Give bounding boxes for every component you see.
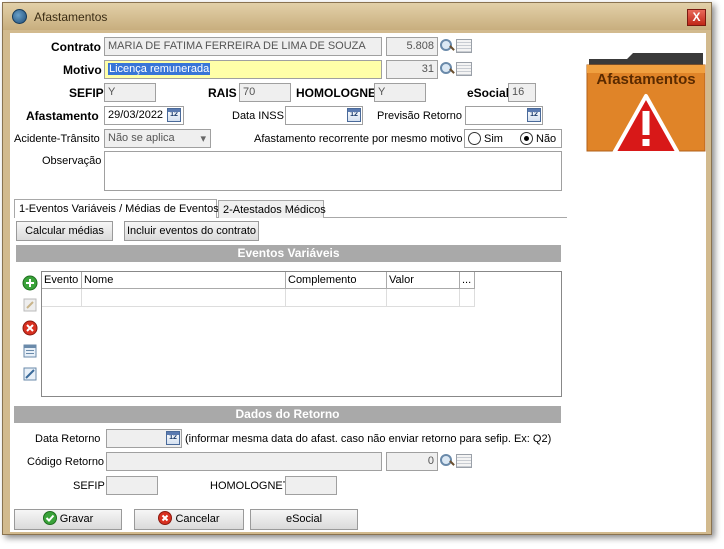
gravar-label: Gravar: [59, 513, 94, 525]
codigo-retorno-name-field[interactable]: [106, 452, 382, 471]
codigo-retorno-search-icon[interactable]: [439, 453, 455, 469]
recorrente-radio-group: Sim Não: [464, 129, 562, 148]
afastamentos-window: Afastamentos X Contrato MARIA DE FATIMA …: [2, 2, 712, 535]
edit-icon[interactable]: [22, 297, 38, 313]
grid-cell-nome[interactable]: [82, 289, 286, 307]
retorno-homolognet-label: HOMOLOGNET: [210, 480, 290, 492]
grid-cell-more[interactable]: [460, 289, 475, 307]
radio-nao-label: Não: [536, 133, 557, 145]
incluir-eventos-button[interactable]: Incluir eventos do contrato: [124, 221, 259, 241]
sefip-field[interactable]: Y: [104, 83, 156, 102]
column-header-more[interactable]: ...: [460, 272, 475, 289]
acidente-transito-label: Acidente-Trânsito: [14, 133, 100, 145]
title-bar[interactable]: Afastamentos X: [3, 3, 711, 30]
motivo-card-icon[interactable]: [456, 62, 472, 76]
contrato-code-field[interactable]: 5.808: [386, 37, 438, 56]
grid-cell-valor[interactable]: [387, 289, 460, 307]
acidente-transito-select[interactable]: Não se aplica ▾: [104, 129, 211, 148]
grid-cell-evento[interactable]: [42, 289, 82, 307]
column-header-complemento[interactable]: Complemento: [286, 272, 387, 289]
tab-atestados-medicos[interactable]: 2-Atestados Médicos: [218, 200, 326, 218]
data-retorno-label: Data Retorno: [35, 433, 101, 445]
dados-retorno-header: Dados do Retorno: [14, 406, 561, 423]
acidente-transito-value: Não se aplica: [108, 132, 175, 144]
contrato-card-icon[interactable]: [456, 39, 472, 53]
afastamentos-folder-image: Afastamentos: [586, 53, 706, 155]
cancelar-button[interactable]: Cancelar: [134, 509, 244, 530]
recorrente-label: Afastamento recorrente por mesmo motivo: [254, 133, 463, 145]
chevron-down-icon: ▾: [200, 133, 206, 145]
column-header-evento[interactable]: Evento: [42, 272, 82, 289]
esocial-button[interactable]: eSocial: [250, 509, 358, 530]
data-inss-label: Data INSS: [232, 110, 284, 122]
codigo-retorno-code-field[interactable]: 0: [386, 452, 438, 471]
motivo-search-icon[interactable]: [439, 61, 455, 77]
observacao-label: Observação: [42, 155, 102, 167]
homolognet-label: HOMOLOGNET: [296, 86, 384, 100]
esocial-label: eSocial: [467, 86, 510, 100]
codigo-retorno-label: Código Retorno: [27, 456, 105, 468]
observacao-textarea[interactable]: [104, 151, 562, 191]
cancel-icon: [158, 511, 173, 525]
motivo-label: Motivo: [63, 63, 102, 77]
motivo-selected-text: Licença remunerada: [108, 63, 211, 75]
contrato-name-field[interactable]: MARIA DE FATIMA FERREIRA DE LIMA DE SOUZ…: [104, 37, 382, 56]
radio-nao[interactable]: [520, 132, 533, 145]
app-icon: [12, 9, 27, 24]
data-inss-calendar-icon[interactable]: 12: [347, 108, 361, 122]
gravar-button[interactable]: Gravar: [14, 509, 122, 530]
add-icon[interactable]: [22, 275, 38, 291]
esocial-field[interactable]: 16: [508, 83, 536, 102]
afastamento-calendar-icon[interactable]: 12: [167, 108, 181, 122]
grid-settings-icon[interactable]: [22, 343, 38, 359]
eventos-variaveis-header: Eventos Variáveis: [16, 245, 561, 262]
rais-field[interactable]: 70: [239, 83, 291, 102]
previsao-calendar-icon[interactable]: 12: [527, 108, 541, 122]
tab-eventos-variaveis[interactable]: 1-Eventos Variáveis / Médias de Eventos: [14, 199, 219, 218]
motivo-code-field[interactable]: 31: [386, 60, 438, 79]
contrato-search-icon[interactable]: [439, 38, 455, 54]
homolognet-field[interactable]: Y: [374, 83, 426, 102]
codigo-retorno-card-icon[interactable]: [456, 454, 472, 468]
retorno-homolognet-field[interactable]: [285, 476, 337, 495]
check-icon: [42, 511, 57, 525]
rais-label: RAIS: [208, 86, 237, 100]
close-button[interactable]: X: [687, 9, 706, 26]
grid-cell-complemento[interactable]: [286, 289, 387, 307]
window-title: Afastamentos: [34, 10, 108, 24]
cancelar-label: Cancelar: [175, 513, 220, 525]
column-header-nome[interactable]: Nome: [82, 272, 286, 289]
motivo-field[interactable]: Licença remunerada: [104, 60, 382, 79]
data-retorno-hint: (informar mesma data do afast. caso não …: [185, 433, 552, 445]
data-retorno-calendar-icon[interactable]: 12: [166, 431, 180, 445]
folder-text: Afastamentos: [596, 71, 695, 88]
radio-sim-label: Sim: [484, 133, 503, 145]
calcular-medias-button[interactable]: Calcular médias: [16, 221, 113, 241]
dialog-body: Contrato MARIA DE FATIMA FERREIRA DE LIM…: [10, 33, 706, 532]
retorno-sefip-label: SEFIP: [73, 480, 105, 492]
warning-exclamation-bar: [642, 111, 650, 135]
sefip-label: SEFIP: [69, 86, 104, 100]
contrato-label: Contrato: [51, 40, 101, 54]
grid-edit-icon[interactable]: [22, 366, 38, 382]
radio-sim[interactable]: [468, 132, 481, 145]
column-header-valor[interactable]: Valor: [387, 272, 460, 289]
eventos-grid[interactable]: Evento Nome Complemento Valor ...: [41, 271, 562, 397]
previsao-retorno-label: Previsão Retorno: [377, 110, 462, 122]
afastamento-label: Afastamento: [26, 109, 99, 123]
retorno-sefip-field[interactable]: [106, 476, 158, 495]
delete-icon[interactable]: [22, 320, 38, 336]
warning-exclamation-dot: [642, 139, 650, 146]
